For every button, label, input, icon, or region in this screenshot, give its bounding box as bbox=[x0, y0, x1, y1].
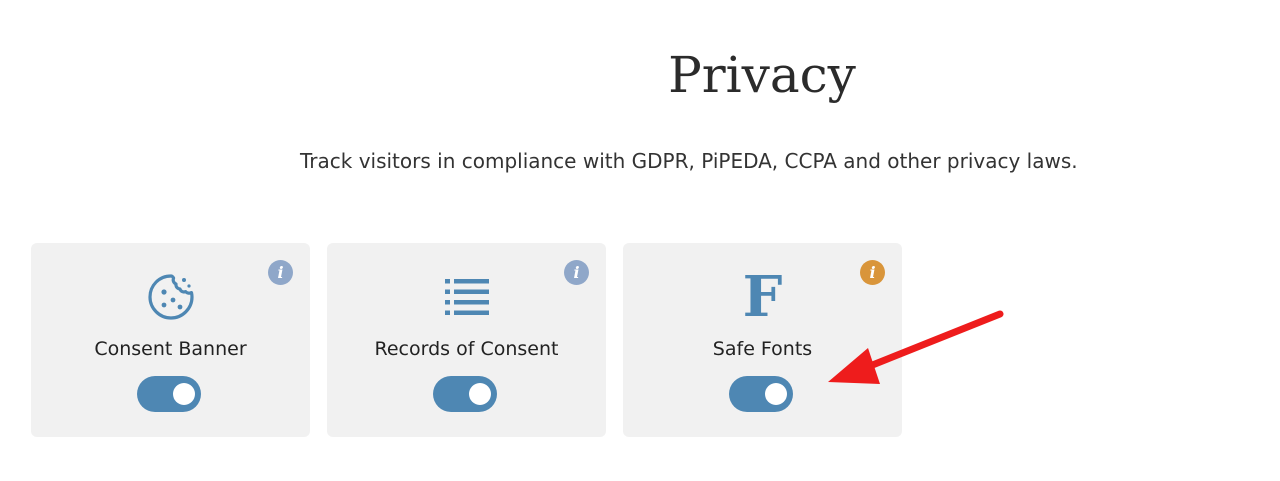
records-of-consent-toggle[interactable] bbox=[433, 376, 497, 412]
safe-fonts-toggle[interactable] bbox=[729, 376, 793, 412]
page-subtitle: Track visitors in compliance with GDPR, … bbox=[300, 149, 1078, 173]
feature-cards: i Consent Banner i Records of Consent i … bbox=[31, 243, 902, 437]
page-title: Privacy bbox=[668, 46, 856, 104]
toggle-knob bbox=[765, 383, 787, 405]
font-f-glyph: F bbox=[742, 264, 783, 330]
consent-banner-toggle[interactable] bbox=[137, 376, 201, 412]
privacy-page: Privacy Track visitors in compliance wit… bbox=[0, 0, 1280, 481]
list-icon bbox=[327, 269, 606, 325]
card-consent-banner: i Consent Banner bbox=[31, 243, 310, 437]
card-label: Records of Consent bbox=[374, 338, 559, 360]
cookie-icon bbox=[31, 269, 310, 325]
card-label: Consent Banner bbox=[94, 338, 247, 360]
toggle-knob bbox=[469, 383, 491, 405]
toggle-knob bbox=[173, 383, 195, 405]
annotation-arrow-icon bbox=[828, 310, 1004, 384]
card-records-of-consent: i Records of Consent bbox=[327, 243, 606, 437]
